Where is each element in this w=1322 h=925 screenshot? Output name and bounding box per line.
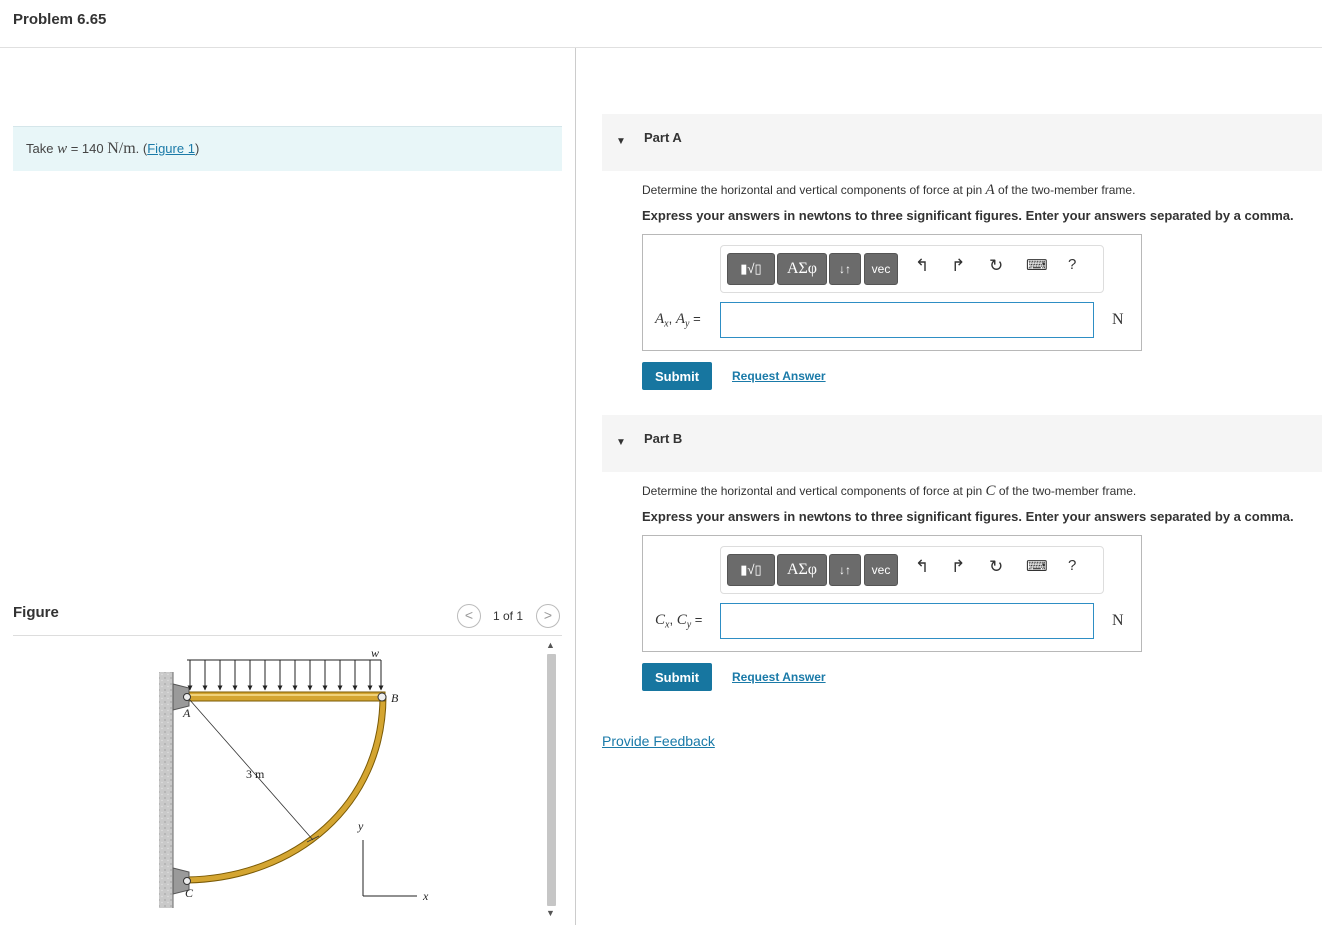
collapse-triangle-icon[interactable]: ▼ — [616, 136, 626, 147]
header: Problem 6.65 — [0, 0, 1322, 48]
help-icon[interactable]: ? — [1068, 256, 1076, 273]
label-dimension: 3 m — [246, 767, 265, 781]
greek-symbols-button[interactable]: ΑΣφ — [777, 554, 827, 586]
part-b-header[interactable]: ▼ Part B — [602, 415, 1322, 472]
figure-separator — [13, 635, 562, 636]
scroll-up-icon[interactable]: ▲ — [546, 640, 555, 650]
frame-figure: w A B C 3 m y x — [159, 646, 429, 908]
curved-member — [186, 695, 387, 884]
given-close: ) — [194, 141, 200, 156]
given-box: Take w = 140 N/m. (Figure 1) — [13, 126, 562, 171]
pin-c — [183, 877, 191, 885]
reset-icon[interactable]: ↻ — [989, 557, 1003, 577]
part-a-question-post: of the two-member frame. — [994, 183, 1136, 197]
part-b-unit: N — [1112, 612, 1124, 629]
part-b-question-pre: Determine the horizontal and vertical co… — [642, 484, 986, 498]
redo-icon[interactable]: ↱ — [951, 557, 965, 577]
collapse-triangle-icon[interactable]: ▼ — [616, 437, 626, 448]
reset-icon[interactable]: ↻ — [989, 256, 1003, 276]
part-a-answer-input[interactable] — [720, 302, 1094, 338]
given-text: Take w = 140 N/m. (Figure 1) — [26, 140, 199, 158]
part-b-question: Determine the horizontal and vertical co… — [642, 483, 1136, 500]
scroll-down-icon[interactable]: ▼ — [546, 908, 555, 918]
part-a-unit: N — [1112, 311, 1124, 328]
part-b-label-a: C — [655, 612, 666, 628]
figure-pager: 1 of 1 — [493, 609, 524, 623]
part-a-request-answer-link[interactable]: Request Answer — [732, 369, 826, 383]
next-figure-button[interactable]: > — [536, 604, 560, 628]
vector-button[interactable]: vec — [864, 253, 898, 285]
part-b-answer-input[interactable] — [720, 603, 1094, 639]
column-divider — [575, 48, 576, 925]
keyboard-icon[interactable]: ⌨ — [1026, 256, 1048, 274]
pin-b — [377, 692, 387, 702]
label-x: x — [422, 889, 429, 903]
vector-button[interactable]: vec — [864, 554, 898, 586]
label-a: A — [182, 706, 191, 720]
horizontal-member — [184, 691, 386, 702]
part-a-label-b: A — [675, 311, 686, 327]
part-b-answer-label: Cx, Cy = — [655, 612, 703, 631]
label-c: C — [185, 886, 194, 900]
part-a-answer-box: ▮√▯ ΑΣφ ↓↑ vec ↰ ↱ ↻ ⌨ ? Ax, Ay = N — [642, 234, 1142, 351]
part-a-submit-button[interactable]: Submit — [642, 362, 712, 390]
part-b-label-x: x — [665, 619, 670, 631]
part-b-instruction: Express your answers in newtons to three… — [642, 509, 1294, 524]
part-b-submit-button[interactable]: Submit — [642, 663, 712, 691]
part-b-label-b: C — [676, 612, 687, 628]
scroll-thumb[interactable] — [547, 654, 556, 906]
given-eq: = 140 — [67, 141, 108, 156]
part-b-question-post: of the two-member frame. — [995, 484, 1137, 498]
undo-icon[interactable]: ↰ — [915, 256, 929, 276]
given-prefix: Take — [26, 141, 58, 156]
subscript-button[interactable]: ↓↑ — [829, 253, 861, 285]
part-b-toolbar: ▮√▯ ΑΣφ ↓↑ vec ↰ ↱ ↻ ⌨ ? — [720, 546, 1104, 594]
part-b-label-y: y — [686, 619, 692, 631]
part-a-answer-label: Ax, Ay = — [655, 311, 701, 330]
part-a-header[interactable]: ▼ Part A — [602, 114, 1322, 171]
given-unit: N/m — [107, 140, 136, 157]
part-b-request-answer-link[interactable]: Request Answer — [732, 670, 826, 684]
help-icon[interactable]: ? — [1068, 557, 1076, 574]
part-a-label-x: x — [664, 318, 669, 330]
figure-link[interactable]: Figure 1 — [147, 141, 195, 156]
part-a-instruction: Express your answers in newtons to three… — [642, 208, 1294, 223]
label-b: B — [391, 691, 399, 705]
templates-button[interactable]: ▮√▯ — [727, 554, 775, 586]
undo-icon[interactable]: ↰ — [915, 557, 929, 577]
redo-icon[interactable]: ↱ — [951, 256, 965, 276]
problem-title: Problem 6.65 — [13, 11, 107, 28]
horizontal-member-highlight — [185, 694, 385, 696]
part-b-answer-box: ▮√▯ ΑΣφ ↓↑ vec ↰ ↱ ↻ ⌨ ? Cx, Cy = N — [642, 535, 1142, 652]
label-w: w — [371, 646, 379, 660]
part-a-question: Determine the horizontal and vertical co… — [642, 182, 1135, 199]
given-dot: . ( — [135, 141, 148, 156]
part-a-question-var: A — [985, 182, 995, 198]
part-b-question-var: C — [985, 483, 996, 499]
wall — [159, 672, 173, 908]
prev-figure-button[interactable]: < — [457, 604, 481, 628]
subscript-button[interactable]: ↓↑ — [829, 554, 861, 586]
part-a-label-a: A — [655, 311, 665, 327]
given-var: w — [57, 141, 68, 157]
part-a-title: Part A — [644, 130, 682, 145]
templates-button[interactable]: ▮√▯ — [727, 253, 775, 285]
keyboard-icon[interactable]: ⌨ — [1026, 557, 1048, 575]
part-a-toolbar: ▮√▯ ΑΣφ ↓↑ vec ↰ ↱ ↻ ⌨ ? — [720, 245, 1104, 293]
label-y: y — [357, 819, 364, 833]
part-a-label-y: y — [685, 318, 690, 330]
provide-feedback-link[interactable]: Provide Feedback — [602, 733, 715, 749]
figure-label: Figure — [13, 604, 59, 621]
part-a-question-pre: Determine the horizontal and vertical co… — [642, 183, 986, 197]
greek-symbols-button[interactable]: ΑΣφ — [777, 253, 827, 285]
part-b-title: Part B — [644, 431, 683, 446]
figure-scrollbar[interactable]: ▲ ▼ — [543, 638, 559, 925]
distributed-load — [187, 659, 384, 691]
